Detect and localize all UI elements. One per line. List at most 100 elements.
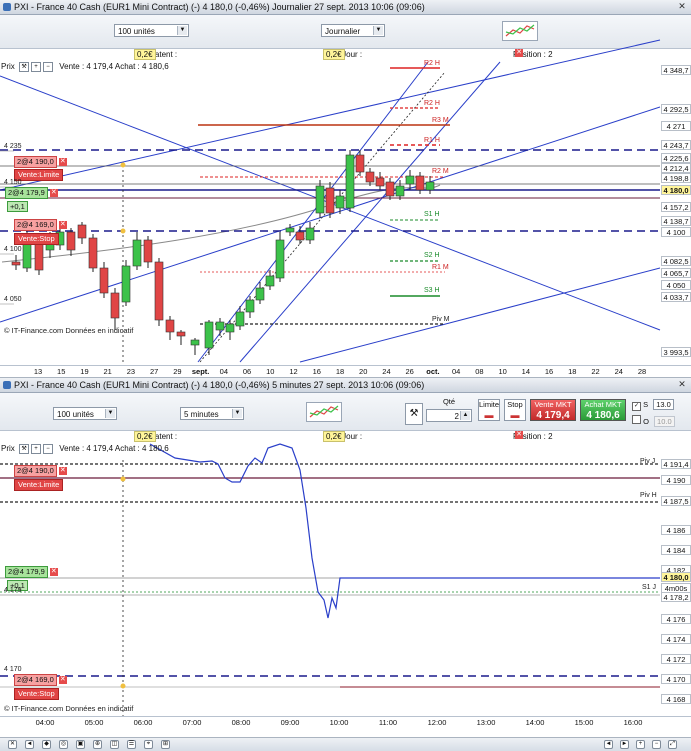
qty-input[interactable]: 2 ▲	[426, 409, 472, 422]
close-icon[interactable]: ✕	[58, 158, 67, 167]
limit-order-type[interactable]: Vente:Limite	[14, 169, 64, 181]
zoom-control-icon[interactable]: ◄	[604, 740, 613, 749]
stop-order-type[interactable]: Vente:Stop	[14, 233, 59, 245]
price-axis-label: 4 082,5	[661, 256, 691, 266]
minus-icon[interactable]: −	[43, 444, 54, 454]
price-axis-label: 4 292,5	[661, 104, 691, 114]
limit-order-tag[interactable]: 2@4 190,0 ✕	[14, 156, 67, 168]
stop-order-tag[interactable]: 2@4 169,0 ✕	[14, 219, 67, 231]
level-r2h-2: R2 H	[424, 100, 440, 107]
left-price-label: 4 179	[4, 587, 22, 594]
x-axis-tick: 26	[405, 367, 414, 376]
minus-icon[interactable]: −	[43, 62, 54, 72]
level-r1m: R1 M	[432, 264, 449, 271]
close-icon[interactable]: ✕	[58, 467, 67, 476]
plot-area	[0, 444, 660, 716]
candle-body	[215, 321, 225, 331]
candlestick-icon	[505, 24, 535, 37]
sell-price: 4 179,4	[536, 410, 570, 421]
s-checkbox[interactable]: ✓	[632, 402, 641, 411]
close-icon[interactable]: ✕	[58, 676, 67, 685]
plus-icon[interactable]: +	[31, 62, 42, 72]
plus-icon[interactable]: +	[31, 444, 42, 454]
toolbar-tool-icon[interactable]: ⌖	[144, 740, 153, 749]
daily-window-title: PXI - France 40 Cash (EUR1 Mini Contract…	[14, 2, 425, 12]
x-axis-tick: 15	[57, 367, 66, 376]
stop-order-type[interactable]: Vente:Stop	[14, 688, 59, 700]
quantity-select[interactable]: 100 unités ▼	[53, 407, 117, 420]
toolbar-tool-icon[interactable]: ⊞	[161, 740, 170, 749]
limit-button[interactable]: Limite ▬	[478, 399, 500, 421]
sell-market-button[interactable]: Vente MKT 4 179,4	[530, 399, 576, 421]
o-checkbox[interactable]	[632, 415, 641, 424]
zoom-control-icon[interactable]: ⤢	[668, 740, 677, 749]
candle-body	[143, 239, 153, 263]
moving-average-line	[1, 184, 441, 263]
zoom-control-icon[interactable]: +	[636, 740, 645, 749]
toolbar-tool-icon[interactable]: ◫	[110, 740, 119, 749]
toolbar-tool-icon[interactable]: ✕	[8, 740, 17, 749]
chart-type-button[interactable]	[502, 21, 538, 41]
close-icon[interactable]: ✕	[58, 221, 67, 230]
toolbar-tool-icon[interactable]: ◆	[42, 740, 51, 749]
wrench-icon[interactable]: ⚒	[19, 444, 30, 454]
zoom-control-icon[interactable]: −	[652, 740, 661, 749]
close-icon[interactable]: ✕	[676, 1, 688, 12]
toolbar-tool-icon[interactable]: ☰	[127, 740, 136, 749]
quantity-select[interactable]: 100 unités ▼	[114, 24, 189, 37]
position-label-tag: 2@4 179,9	[5, 566, 48, 578]
toolbar-tool-icon[interactable]: ◄	[25, 740, 34, 749]
chart-type-button[interactable]	[306, 402, 342, 422]
zoom-control-icon[interactable]: ►	[620, 740, 629, 749]
position-tag[interactable]: 2@4 179,9 ✕	[5, 187, 58, 199]
x-axis-tick: 05:00	[84, 718, 104, 727]
daily-window-titlebar[interactable]: PXI - France 40 Cash (EUR1 Mini Contract…	[0, 0, 691, 15]
order-type: Vente:Stop	[14, 233, 59, 245]
level-s2h: S2 H	[424, 252, 440, 259]
o-input[interactable]: 10.0	[654, 416, 675, 427]
price-axis-label: 4 186	[661, 525, 691, 535]
quote-line: Vente : 4 179,4 Achat : 4 180,6	[59, 444, 169, 454]
level-r2m: R2 M	[432, 168, 449, 175]
toolbar-tool-icon[interactable]: ▣	[76, 740, 85, 749]
x-axis-tick: 23	[126, 367, 136, 376]
spinner-icon[interactable]: ▲	[460, 411, 470, 420]
close-icon[interactable]: ✕	[676, 379, 688, 390]
o-label: O	[643, 417, 649, 426]
intraday-window-titlebar[interactable]: PXI - France 40 Cash (EUR1 Mini Contract…	[0, 378, 691, 393]
period-select[interactable]: Journalier ▼	[321, 24, 385, 37]
position-tag[interactable]: 2@4 179,9 ✕	[5, 566, 58, 578]
candle-body	[77, 224, 87, 239]
order-label: 2@4 190,0	[14, 465, 57, 477]
limit-order-type[interactable]: Vente:Limite	[14, 479, 64, 491]
close-position-icon[interactable]: ✕	[515, 49, 523, 57]
order-label: 2@4 169,0	[14, 674, 57, 686]
close-position-icon[interactable]: ✕	[515, 431, 523, 439]
stop-button[interactable]: Stop ▬	[504, 399, 526, 421]
stop-order-tag[interactable]: 2@4 169,0 ✕	[14, 674, 67, 686]
x-axis-tick: 24	[614, 367, 623, 376]
limit-order-tag[interactable]: 2@4 190,0 ✕	[14, 465, 67, 477]
period-select[interactable]: 5 minutes ▼	[180, 407, 244, 420]
price-axis-label: 4 172	[661, 654, 691, 664]
candle-body	[375, 177, 385, 187]
settings-button[interactable]: ⚒	[405, 403, 423, 425]
x-axis-tick: 12	[289, 367, 298, 376]
close-icon[interactable]: ✕	[49, 189, 58, 198]
qty-label: Qté	[442, 397, 456, 406]
intraday-chart-window: PXI - France 40 Cash (EUR1 Mini Contract…	[0, 378, 691, 738]
close-icon[interactable]: ✕	[49, 568, 58, 577]
intraday-info-bar: Gain latent : 0,2€ Gain Jour : 0,2€ Posi…	[0, 431, 691, 443]
intraday-window-title: PXI - France 40 Cash (EUR1 Mini Contract…	[14, 380, 425, 390]
toolbar-tool-icon[interactable]: ⊕	[93, 740, 102, 749]
candle-body	[204, 321, 214, 349]
price-line	[149, 443, 660, 619]
candle-body	[132, 239, 142, 267]
wrench-icon[interactable]: ⚒	[19, 62, 30, 72]
buy-market-button[interactable]: Achat MKT 4 180,6	[580, 399, 626, 421]
s-input[interactable]: 13.0	[653, 399, 674, 410]
position-label-tag: 2@4 179,9	[5, 187, 48, 199]
quantity-select-value: 100 unités	[57, 410, 94, 419]
toolbar-tool-icon[interactable]: ◎	[59, 740, 68, 749]
x-axis-tick: 13:00	[476, 718, 496, 727]
